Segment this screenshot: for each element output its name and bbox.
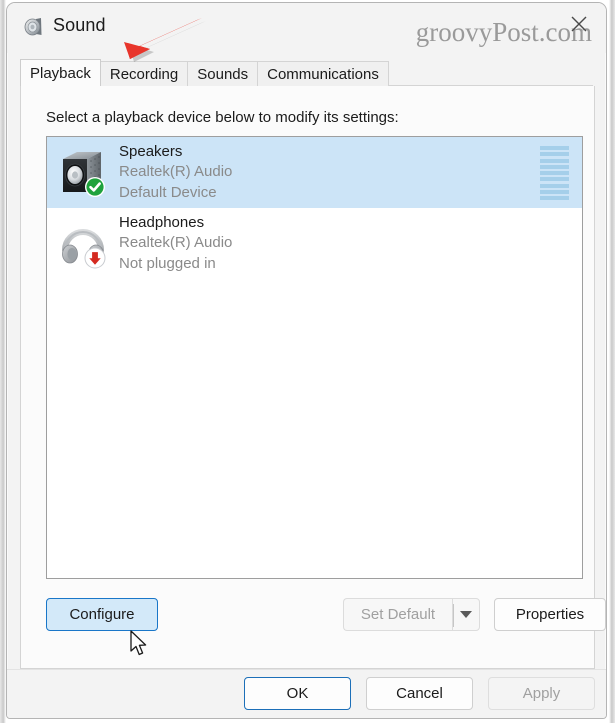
page-gutter-right (609, 0, 615, 723)
window-title: Sound (53, 15, 106, 35)
chevron-down-icon (460, 611, 472, 618)
device-driver: Realtek(R) Audio (119, 234, 233, 252)
apply-button-label: Apply (522, 685, 561, 702)
playback-panel: Select a playback device below to modify… (20, 86, 606, 669)
device-status: Default Device (119, 183, 217, 201)
ok-button-label: OK (286, 685, 309, 702)
cancel-button[interactable]: Cancel (366, 677, 473, 710)
instruction-text: Select a playback device below to modify… (46, 109, 399, 126)
ok-button[interactable]: OK (244, 677, 351, 710)
tab-playback[interactable]: Playback (20, 59, 101, 86)
sound-dialog-window: Sound groovyPost.com Playback Recording … (6, 2, 607, 719)
tab-recording-label: Recording (109, 65, 179, 83)
set-default-button-label: Set Default (360, 606, 436, 623)
tab-sounds[interactable]: Sounds (188, 61, 259, 86)
cancel-button-label: Cancel (396, 685, 443, 702)
set-default-dropdown-button[interactable] (452, 598, 480, 631)
device-text-headphones: Headphones Realtek(R) Audio Not plugged … (119, 213, 232, 273)
device-text-speakers: Speakers Realtek(R) Audio Default Device (119, 142, 232, 202)
tab-communications[interactable]: Communications (258, 61, 389, 86)
close-icon[interactable] (559, 7, 599, 41)
speaker-icon (23, 16, 45, 38)
device-name: Headphones (119, 214, 205, 232)
divider (453, 604, 454, 627)
device-row-headphones[interactable]: Headphones Realtek(R) Audio Not plugged … (47, 208, 582, 279)
title-bar: Sound groovyPost.com (7, 3, 606, 53)
tab-recording[interactable]: Recording (100, 61, 189, 86)
tab-communications-label: Communications (267, 65, 379, 83)
configure-button[interactable]: Configure (46, 598, 158, 631)
device-name: Speakers (119, 143, 183, 161)
green-check-badge (85, 176, 105, 197)
headphones-icon (57, 218, 109, 270)
tab-strip: Playback Recording Sounds Communications (7, 59, 606, 86)
apply-button[interactable]: Apply (488, 677, 595, 710)
device-status: Not plugged in (119, 254, 216, 272)
device-driver: Realtek(R) Audio (119, 163, 233, 181)
set-default-button[interactable]: Set Default (343, 598, 452, 631)
speaker-box-icon (57, 147, 109, 199)
device-row-speakers[interactable]: Speakers Realtek(R) Audio Default Device (47, 137, 582, 208)
tab-playback-label: Playback (30, 64, 91, 82)
red-down-arrow-badge (84, 247, 106, 268)
configure-button-label: Configure (69, 606, 135, 623)
device-action-buttons: Configure Set Default Properties (46, 598, 606, 634)
volume-meter-speakers (540, 146, 569, 200)
properties-button[interactable]: Properties (494, 598, 606, 631)
dialog-button-bar: OK Cancel Apply (7, 669, 606, 718)
properties-button-label: Properties (515, 606, 585, 623)
tab-sounds-label: Sounds (197, 65, 249, 83)
device-list[interactable]: Speakers Realtek(R) Audio Default Device (46, 136, 583, 579)
